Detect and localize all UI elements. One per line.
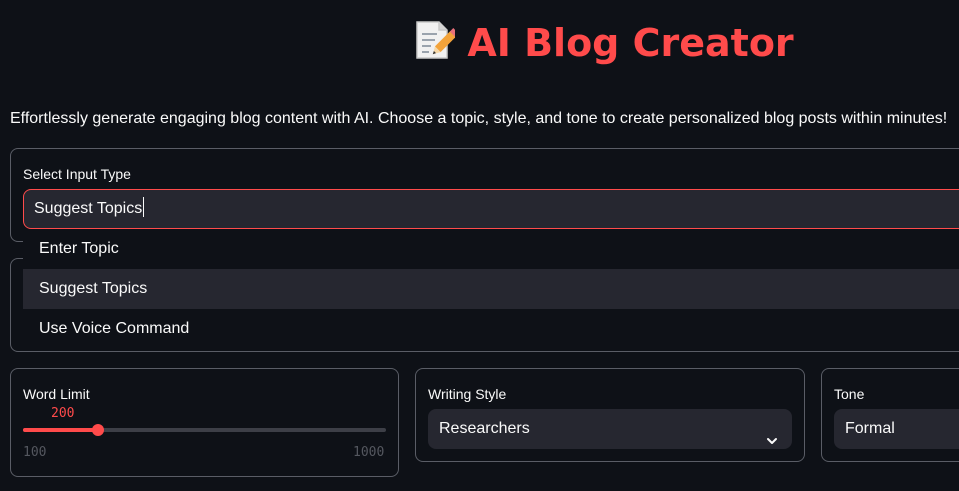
chevron-down-icon: [766, 423, 778, 463]
tone-label: Tone: [834, 386, 865, 402]
word-limit-track[interactable]: [23, 428, 386, 432]
option-suggest-topics[interactable]: Suggest Topics: [23, 269, 959, 309]
writing-style-label: Writing Style: [428, 386, 507, 402]
tone-select[interactable]: Formal: [834, 409, 959, 449]
writing-style-value: Researchers: [439, 420, 530, 437]
text-caret: [143, 197, 145, 217]
input-type-dropdown[interactable]: Enter Topic Suggest Topics Use Voice Com…: [23, 229, 959, 349]
option-voice-command[interactable]: Use Voice Command: [23, 309, 959, 349]
input-type-select[interactable]: Suggest Topics: [23, 189, 959, 229]
word-limit-container: [10, 368, 399, 477]
word-limit-fill: [23, 428, 99, 432]
page-title: AI Blog Creator: [0, 18, 959, 71]
page-title-text: AI Blog Creator: [467, 21, 794, 65]
input-type-label: Select Input Type: [23, 166, 131, 182]
writing-style-select[interactable]: Researchers: [428, 409, 792, 449]
word-limit-value: 200: [51, 406, 75, 421]
option-enter-topic[interactable]: Enter Topic: [23, 229, 959, 269]
word-limit-max: 1000: [353, 445, 385, 460]
input-type-value: Suggest Topics: [34, 200, 143, 217]
word-limit-min: 100: [23, 445, 47, 460]
memo-icon: [411, 18, 460, 71]
page-description: Effortlessly generate engaging blog cont…: [10, 110, 948, 127]
tone-value: Formal: [845, 420, 895, 437]
word-limit-label: Word Limit: [23, 386, 90, 402]
